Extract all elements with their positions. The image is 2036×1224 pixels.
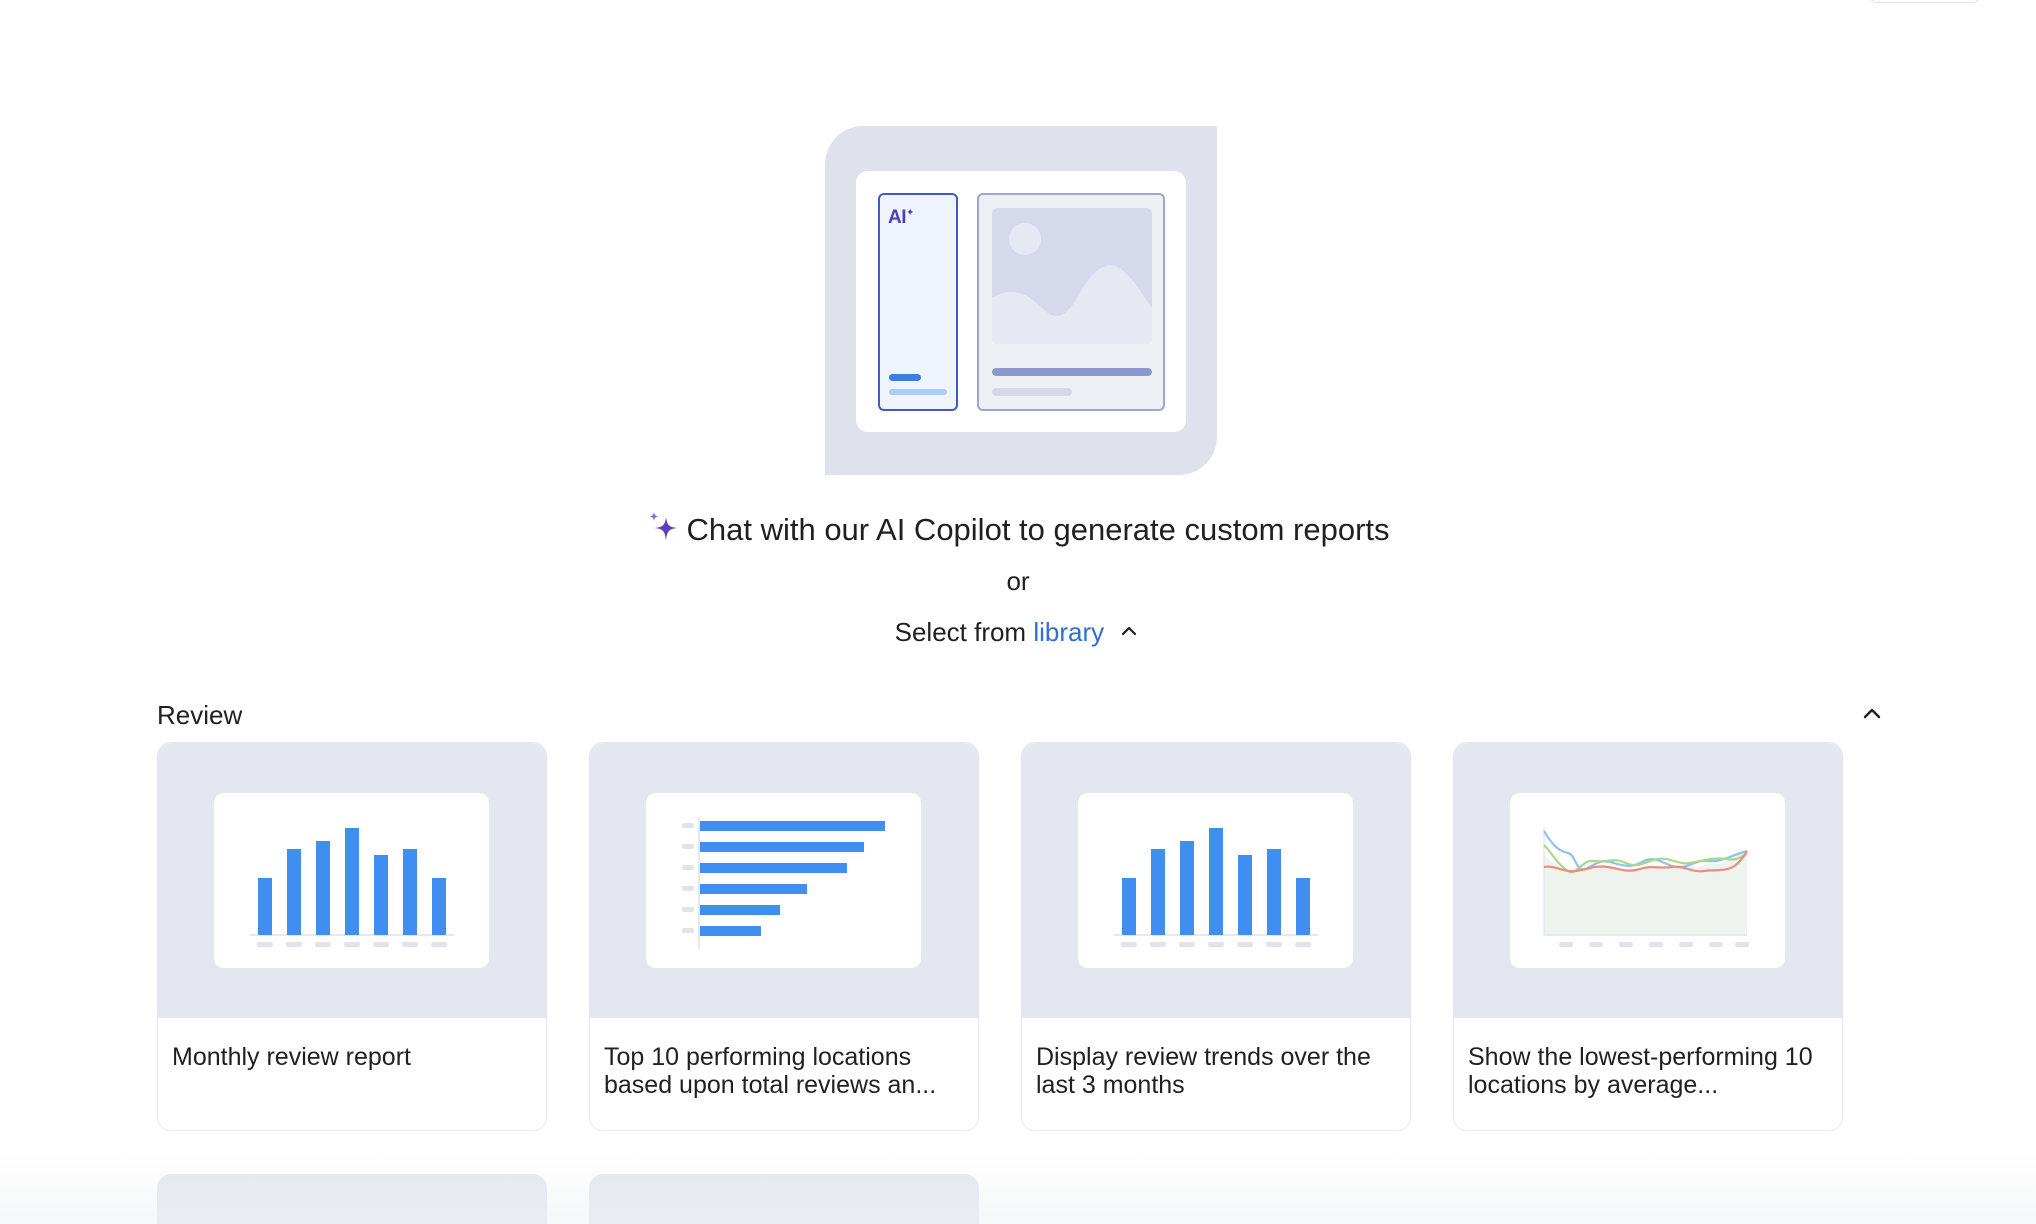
multi-line-chart-icon bbox=[1510, 793, 1785, 968]
card-thumbnail bbox=[1454, 743, 1842, 1018]
horizontal-bar-chart-icon bbox=[646, 793, 921, 968]
collapse-chevron-up-icon[interactable] bbox=[1858, 700, 1886, 728]
report-card[interactable]: Top 10 performing locations based upon t… bbox=[589, 742, 979, 1131]
card-thumbnail bbox=[1022, 743, 1410, 1018]
library-link[interactable]: library bbox=[1033, 617, 1104, 647]
report-card[interactable] bbox=[157, 1174, 547, 1224]
ai-copilot-illustration: AI✦ bbox=[825, 126, 1217, 475]
select-from-label: Select from bbox=[894, 617, 1027, 647]
section-title-review: Review bbox=[157, 700, 243, 730]
report-builder-page: AI✦ Chat with our AI Copilot to generate… bbox=[0, 0, 2036, 1224]
top-right-button[interactable] bbox=[1868, 0, 1982, 3]
card-title: Monthly review report bbox=[172, 1043, 411, 1071]
card-thumbnail bbox=[590, 743, 978, 1018]
or-separator: or bbox=[1006, 566, 1030, 596]
card-thumbnail bbox=[158, 743, 546, 1018]
report-card[interactable]: Show the lowest-performing 10 locations … bbox=[1453, 742, 1843, 1131]
illustration-ai-panel: AI✦ bbox=[878, 193, 958, 411]
vertical-bar-chart-icon bbox=[1078, 793, 1353, 968]
sparkle-icon bbox=[649, 512, 678, 541]
copilot-headline[interactable]: Chat with our AI Copilot to generate cus… bbox=[0, 510, 2036, 550]
report-card[interactable]: Display review trends over the last 3 mo… bbox=[1021, 742, 1411, 1131]
illustration-line bbox=[889, 389, 947, 395]
illustration-image-panel bbox=[977, 193, 1165, 411]
chevron-up-icon[interactable] bbox=[1117, 619, 1141, 643]
report-card[interactable] bbox=[589, 1174, 979, 1224]
report-card[interactable]: Monthly review report bbox=[157, 742, 547, 1131]
illustration-line bbox=[992, 388, 1072, 396]
illustration-line bbox=[992, 368, 1152, 376]
card-title: Display review trends over the last 3 mo… bbox=[1036, 1043, 1371, 1099]
vertical-bar-chart-icon bbox=[214, 793, 489, 968]
image-placeholder-icon bbox=[992, 208, 1152, 344]
select-from-library: Select from library bbox=[0, 617, 2036, 648]
illustration-line bbox=[889, 374, 921, 381]
headline-text: Chat with our AI Copilot to generate cus… bbox=[686, 512, 1390, 547]
ai-badge: AI✦ bbox=[888, 207, 914, 228]
card-title: Top 10 performing locations based upon t… bbox=[604, 1043, 937, 1099]
illustration-card: AI✦ bbox=[856, 171, 1186, 432]
card-title: Show the lowest-performing 10 locations … bbox=[1468, 1043, 1813, 1099]
